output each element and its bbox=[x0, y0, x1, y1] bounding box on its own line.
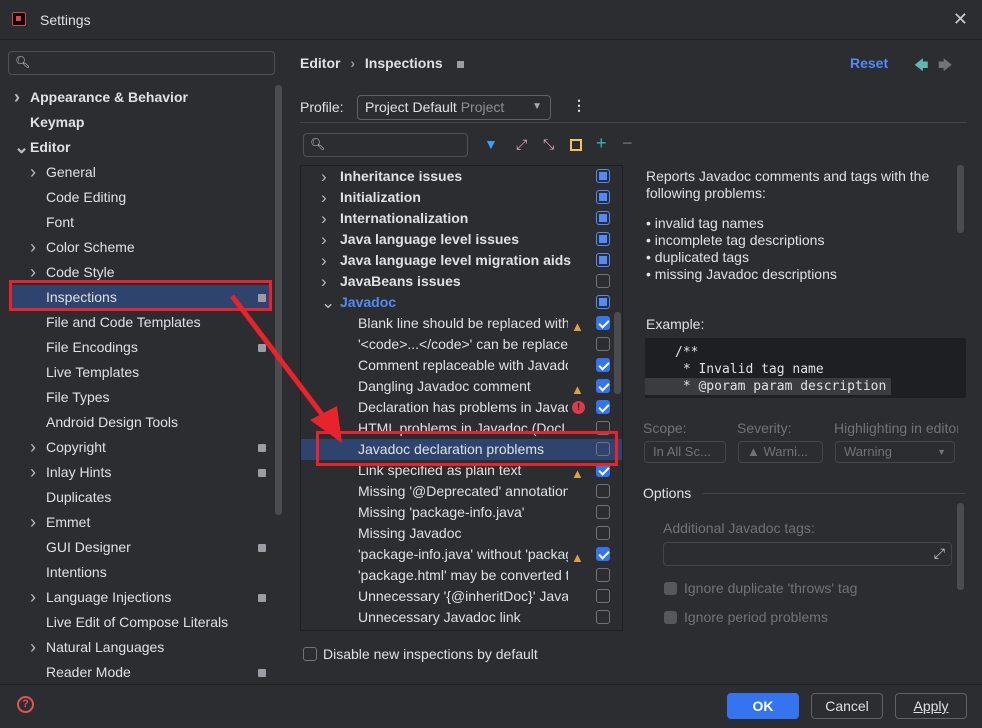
annotation-arrow bbox=[230, 294, 342, 443]
arrow-head bbox=[310, 406, 342, 443]
arrow-line bbox=[230, 294, 332, 427]
